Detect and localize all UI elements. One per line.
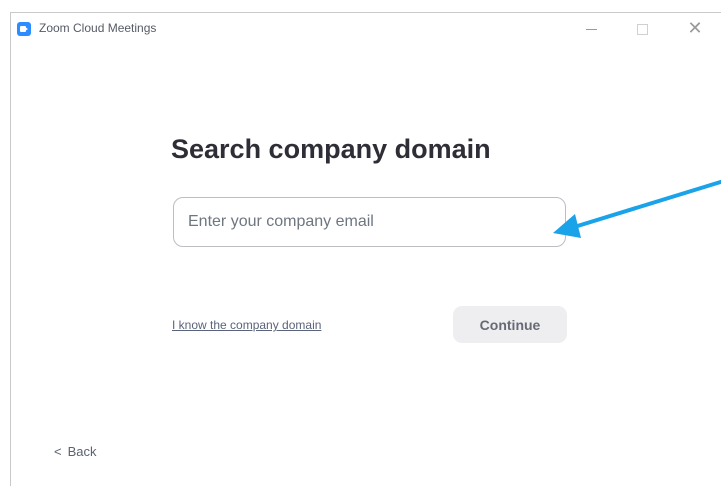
back-button[interactable]: < Back — [54, 444, 97, 459]
minimize-button[interactable] — [571, 15, 611, 41]
close-button[interactable]: ✕ — [675, 15, 715, 41]
maximize-button[interactable] — [622, 15, 662, 41]
chevron-left-icon: < — [54, 444, 62, 459]
title-bar: Zoom Cloud Meetings ✕ — [11, 13, 721, 43]
close-icon: ✕ — [687, 18, 703, 38]
annotation-arrow-icon — [553, 179, 721, 238]
window-title: Zoom Cloud Meetings — [39, 21, 157, 35]
company-email-input[interactable] — [173, 197, 566, 247]
app-window: Zoom Cloud Meetings ✕ Search company dom… — [10, 12, 721, 486]
page-title: Search company domain — [171, 134, 491, 164]
maximize-icon — [636, 23, 648, 35]
minimize-icon — [585, 28, 597, 30]
continue-button[interactable]: Continue — [453, 306, 567, 343]
know-company-domain-link[interactable]: I know the company domain — [172, 318, 321, 332]
zoom-logo-icon — [17, 22, 31, 36]
back-label: Back — [67, 444, 97, 459]
